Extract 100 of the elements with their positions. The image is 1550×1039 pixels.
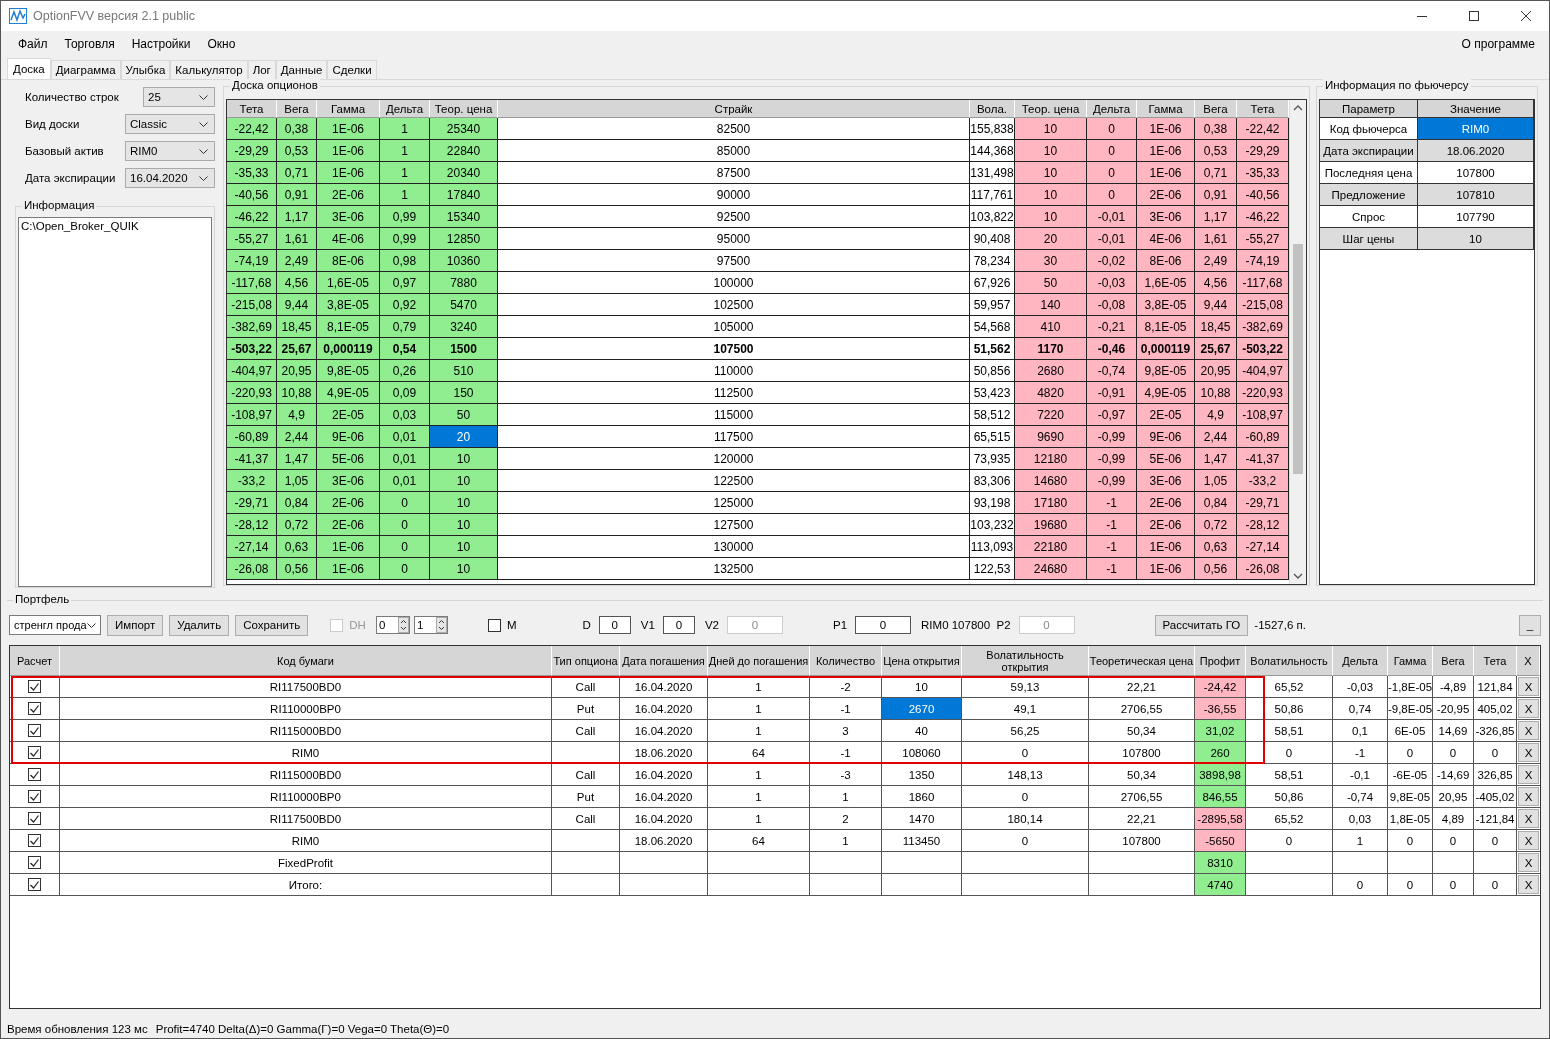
save-button[interactable]: Сохранить: [235, 614, 309, 636]
setting-dropdown[interactable]: 25: [143, 87, 215, 107]
checkbox[interactable]: [28, 680, 41, 693]
tab[interactable]: Калькулятор: [170, 60, 248, 79]
remove-row-button[interactable]: X: [1518, 853, 1539, 872]
column-header[interactable]: Код бумаги: [60, 646, 552, 676]
table-cell: 3: [810, 720, 882, 742]
column-header[interactable]: Волатильность открытия: [962, 646, 1089, 676]
remove-row-button[interactable]: X: [1518, 699, 1539, 718]
menu-item[interactable]: Торговля: [57, 37, 125, 51]
setting-dropdown[interactable]: Classic: [125, 114, 215, 134]
checkbox[interactable]: [28, 790, 41, 803]
column-header[interactable]: Количество: [810, 646, 882, 676]
column-header[interactable]: Цена открытия: [882, 646, 962, 676]
column-header[interactable]: Теоретическая цена: [1089, 646, 1195, 676]
table-cell: -0,08: [1087, 294, 1137, 316]
checkmark-icon: [30, 770, 39, 779]
setting-dropdown[interactable]: 16.04.2020: [125, 168, 215, 188]
checkbox[interactable]: [28, 768, 41, 781]
number-spinner[interactable]: 0: [375, 616, 410, 634]
table-cell: 0,91: [1195, 184, 1237, 206]
remove-row-button[interactable]: X: [1518, 743, 1539, 762]
tab[interactable]: Доска: [7, 58, 51, 79]
table-cell: 0: [1388, 830, 1433, 852]
spinner-arrows-icon[interactable]: [397, 617, 409, 633]
checkbox[interactable]: [28, 878, 41, 891]
tab[interactable]: Улыбка: [120, 60, 171, 79]
scrollbar[interactable]: [1289, 100, 1306, 584]
tab[interactable]: Лог: [247, 60, 276, 79]
menu-item[interactable]: Окно: [200, 37, 246, 51]
checkbox-label: DH: [349, 619, 366, 631]
remove-row-button[interactable]: X: [1518, 721, 1539, 740]
table-cell: 4E-06: [1137, 228, 1195, 250]
column-header[interactable]: Дней до погашения: [708, 646, 810, 676]
column-header[interactable]: Расчет: [10, 646, 60, 676]
table-cell: -0,46: [1087, 338, 1137, 360]
table-cell: 0,72: [1195, 514, 1237, 536]
remove-row-button[interactable]: X: [1518, 875, 1539, 894]
tab[interactable]: Данные: [275, 60, 328, 79]
remove-row-button[interactable]: X: [1518, 677, 1539, 696]
column-header[interactable]: Профит: [1195, 646, 1246, 676]
table-cell: 0,92: [380, 294, 430, 316]
checkbox[interactable]: [487, 618, 501, 632]
table-cell: 1,17: [277, 206, 317, 228]
input-field[interactable]: 0: [662, 616, 695, 634]
table-cell: 1350: [882, 764, 962, 786]
table-cell: -0,97: [1087, 404, 1137, 426]
calculate-margin-button[interactable]: Рассчитать ГО: [1154, 614, 1249, 636]
table-cell: 1,47: [277, 448, 317, 470]
table-cell: 10: [430, 492, 498, 514]
field-label: V2: [704, 619, 719, 631]
column-header[interactable]: Тип опциона: [552, 646, 620, 676]
remove-row-button[interactable]: X: [1518, 809, 1539, 828]
tab[interactable]: Диаграмма: [50, 60, 121, 79]
column-header[interactable]: X: [1517, 646, 1540, 676]
table-cell: 0,99: [380, 228, 430, 250]
remove-row-button[interactable]: X: [1518, 831, 1539, 850]
about-menu-item[interactable]: О программе: [1454, 37, 1545, 51]
strategy-dropdown[interactable]: стренгл прода: [9, 615, 101, 635]
number-spinner[interactable]: 1: [413, 616, 448, 634]
checkbox[interactable]: [28, 856, 41, 869]
table-cell: 9E-06: [1137, 426, 1195, 448]
table-cell: 1,05: [277, 470, 317, 492]
remove-row-button[interactable]: X: [1518, 765, 1539, 784]
column-header[interactable]: Дата погашения: [620, 646, 708, 676]
checkbox[interactable]: [28, 834, 41, 847]
checkbox[interactable]: [28, 724, 41, 737]
info-text-area[interactable]: C:\Open_Broker_QUIK: [18, 217, 212, 587]
table-cell: 10,88: [1195, 382, 1237, 404]
spinner-arrows-icon[interactable]: [435, 617, 447, 633]
input-field[interactable]: 0: [598, 616, 631, 634]
delete-button[interactable]: Удалить: [169, 614, 230, 636]
table-cell: 8,1E-05: [317, 316, 380, 338]
setting-dropdown[interactable]: RIM0: [125, 141, 215, 161]
column-header[interactable]: Гамма: [1388, 646, 1433, 676]
table-cell: -0,99: [1087, 470, 1137, 492]
column-header[interactable]: Дельта: [1333, 646, 1388, 676]
minimize-panel-button[interactable]: _: [1519, 614, 1541, 636]
menu-item[interactable]: Файл: [11, 37, 58, 51]
column-header[interactable]: Волатильность: [1246, 646, 1333, 676]
checkbox[interactable]: [28, 812, 41, 825]
menu-item[interactable]: Настройки: [124, 37, 201, 51]
import-button[interactable]: Импорт: [107, 614, 164, 636]
table-cell: -14,69: [1433, 764, 1474, 786]
table-cell: -108,97: [227, 404, 277, 426]
table-cell: 0: [380, 558, 430, 580]
table-cell: -4,89: [1433, 676, 1474, 698]
input-field[interactable]: 0: [855, 616, 912, 634]
table-cell: 1,61: [1195, 228, 1237, 250]
checkbox[interactable]: [28, 702, 41, 715]
table-cell: 0: [1246, 830, 1333, 852]
column-header[interactable]: Тета: [1474, 646, 1517, 676]
tab[interactable]: Сделки: [327, 60, 377, 79]
column-header[interactable]: Вега: [1433, 646, 1474, 676]
remove-row-button[interactable]: X: [1518, 787, 1539, 806]
table-cell: -382,69: [1237, 316, 1289, 338]
table-cell: 103,822: [970, 206, 1015, 228]
checkbox[interactable]: [28, 746, 41, 759]
table-cell: 0,72: [277, 514, 317, 536]
table-cell: 73,935: [970, 448, 1015, 470]
